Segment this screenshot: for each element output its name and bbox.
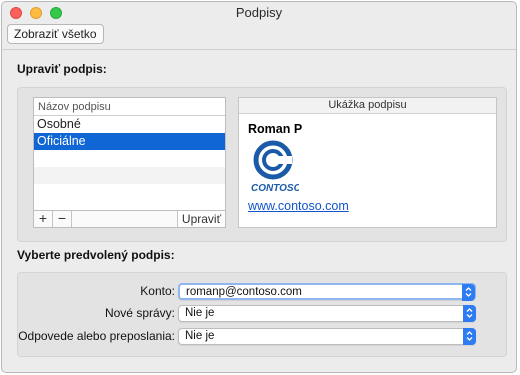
account-select-value: romanp@contoso.com xyxy=(186,286,302,298)
signature-preview-header: Ukážka podpisu xyxy=(239,98,496,114)
account-select[interactable]: romanp@contoso.com xyxy=(178,283,476,301)
edit-signature-group: Názov podpisu Osobné Oficiálne + − Uprav… xyxy=(17,87,507,242)
signatures-window: Podpisy Zobraziť všetko Upraviť podpis: … xyxy=(1,1,517,373)
toolbar-divider xyxy=(2,49,516,50)
logo-wordmark: CONTOSO xyxy=(251,183,299,194)
edit-signature-button[interactable]: Upraviť xyxy=(177,211,225,227)
replies-forwards-select-arrow-icon xyxy=(463,328,476,345)
signature-list[interactable]: Názov podpisu Osobné Oficiálne xyxy=(33,97,226,211)
signature-list-item-personal[interactable]: Osobné xyxy=(34,116,225,133)
replies-forwards-select[interactable]: Nie je xyxy=(178,328,476,345)
new-messages-select[interactable]: Nie je xyxy=(178,305,476,322)
replies-forwards-row: Odpovede alebo preposlania: Nie je xyxy=(18,328,506,346)
signature-list-item-official[interactable]: Oficiálne xyxy=(34,133,225,150)
signature-name: Roman P xyxy=(248,122,303,136)
new-messages-select-value: Nie je xyxy=(185,307,215,319)
edit-signature-heading: Upraviť podpis: xyxy=(17,62,107,76)
zoom-window-button[interactable] xyxy=(50,7,62,19)
window-title: Podpisy xyxy=(235,5,283,20)
list-empty-row xyxy=(34,150,225,167)
signature-preview: Ukážka podpisu Roman P CONTOSO www.conto… xyxy=(238,97,497,228)
add-signature-button[interactable]: + xyxy=(34,211,53,227)
signature-website-link[interactable]: www.contoso.com xyxy=(248,199,349,213)
replies-forwards-label: Odpovede alebo preposlania: xyxy=(18,329,175,343)
new-messages-row: Nové správy: Nie je xyxy=(18,305,506,323)
account-select-arrow-icon xyxy=(462,284,475,301)
default-signature-heading: Vyberte predvolený podpis: xyxy=(17,248,175,262)
close-window-button[interactable] xyxy=(10,7,22,19)
list-empty-row xyxy=(34,167,225,184)
replies-forwards-select-value: Nie je xyxy=(185,330,215,342)
list-empty-row xyxy=(34,184,225,201)
contoso-logo-icon: CONTOSO xyxy=(251,140,299,194)
show-all-button[interactable]: Zobraziť všetko xyxy=(7,24,104,44)
signature-list-header: Názov podpisu xyxy=(34,98,225,116)
account-row: Konto: romanp@contoso.com xyxy=(18,283,506,301)
account-label: Konto: xyxy=(140,284,175,298)
signature-list-controls: + − Upraviť xyxy=(33,210,226,228)
new-messages-select-arrow-icon xyxy=(463,305,476,322)
new-messages-label: Nové správy: xyxy=(104,306,175,320)
minimize-window-button[interactable] xyxy=(30,7,42,19)
remove-signature-button[interactable]: − xyxy=(53,211,72,227)
default-signature-group: Konto: romanp@contoso.com Nové správy: N… xyxy=(17,272,507,357)
